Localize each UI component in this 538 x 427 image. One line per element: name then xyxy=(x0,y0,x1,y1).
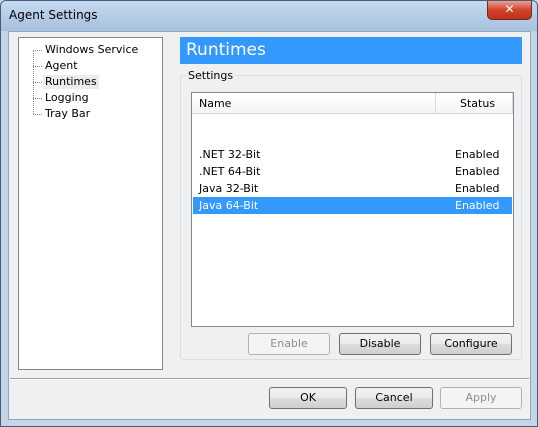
agent-settings-window: Agent Settings ✕ Windows Service Agent R… xyxy=(0,0,538,427)
tree-item-label: Runtimes xyxy=(43,75,99,89)
apply-button[interactable]: Apply xyxy=(440,387,522,409)
list-row-java-64[interactable]: Java 64-Bit Enabled xyxy=(193,197,512,214)
row-status: Enabled xyxy=(455,148,500,161)
close-icon: ✕ xyxy=(504,2,515,16)
row-status: Enabled xyxy=(455,182,500,195)
settings-tree[interactable]: Windows Service Agent Runtimes Logging T… xyxy=(18,37,163,370)
dialog-client-area: Windows Service Agent Runtimes Logging T… xyxy=(8,31,531,420)
tree-item-logging[interactable]: Logging xyxy=(19,90,159,106)
row-name: .NET 64-Bit xyxy=(199,165,261,178)
tree-item-label: Tray Bar xyxy=(45,107,91,120)
row-status: Enabled xyxy=(455,165,500,178)
tree-item-label: Agent xyxy=(45,59,78,72)
column-header-name[interactable]: Name xyxy=(199,97,231,110)
list-header: Name Status xyxy=(192,93,513,114)
list-row-net-32[interactable]: .NET 32-Bit Enabled xyxy=(193,146,512,163)
ok-button[interactable]: OK xyxy=(269,387,347,409)
row-status: Enabled xyxy=(455,199,500,212)
window-title: Agent Settings xyxy=(9,8,98,22)
settings-group-label: Settings xyxy=(186,69,236,82)
tree-item-windows-service[interactable]: Windows Service xyxy=(19,42,159,58)
list-row-net-64[interactable]: .NET 64-Bit Enabled xyxy=(193,163,512,180)
panel-header: Runtimes xyxy=(180,37,522,64)
row-name: .NET 32-Bit xyxy=(199,148,261,161)
tree-item-label: Windows Service xyxy=(45,43,139,56)
tree-item-runtimes[interactable]: Runtimes xyxy=(19,74,159,90)
cancel-button[interactable]: Cancel xyxy=(355,387,433,409)
list-row-java-32[interactable]: Java 32-Bit Enabled xyxy=(193,180,512,197)
configure-button[interactable]: Configure xyxy=(430,333,512,355)
close-button[interactable]: ✕ xyxy=(487,1,532,20)
column-header-status[interactable]: Status xyxy=(460,97,495,110)
disable-button[interactable]: Disable xyxy=(339,333,421,355)
row-name: Java 32-Bit xyxy=(199,182,259,195)
enable-button[interactable]: Enable xyxy=(248,333,330,355)
tree-item-tray-bar[interactable]: Tray Bar xyxy=(19,106,159,122)
tree-item-agent[interactable]: Agent xyxy=(19,58,159,74)
title-bar[interactable]: Agent Settings ✕ xyxy=(1,1,537,31)
runtimes-list[interactable]: Name Status .NET 32-Bit Enabled .NET 64-… xyxy=(191,92,514,327)
row-name: Java 64-Bit xyxy=(199,199,259,212)
panel-title: Runtimes xyxy=(186,40,266,60)
tree-item-label: Logging xyxy=(45,91,89,104)
footer-separator xyxy=(10,378,529,380)
